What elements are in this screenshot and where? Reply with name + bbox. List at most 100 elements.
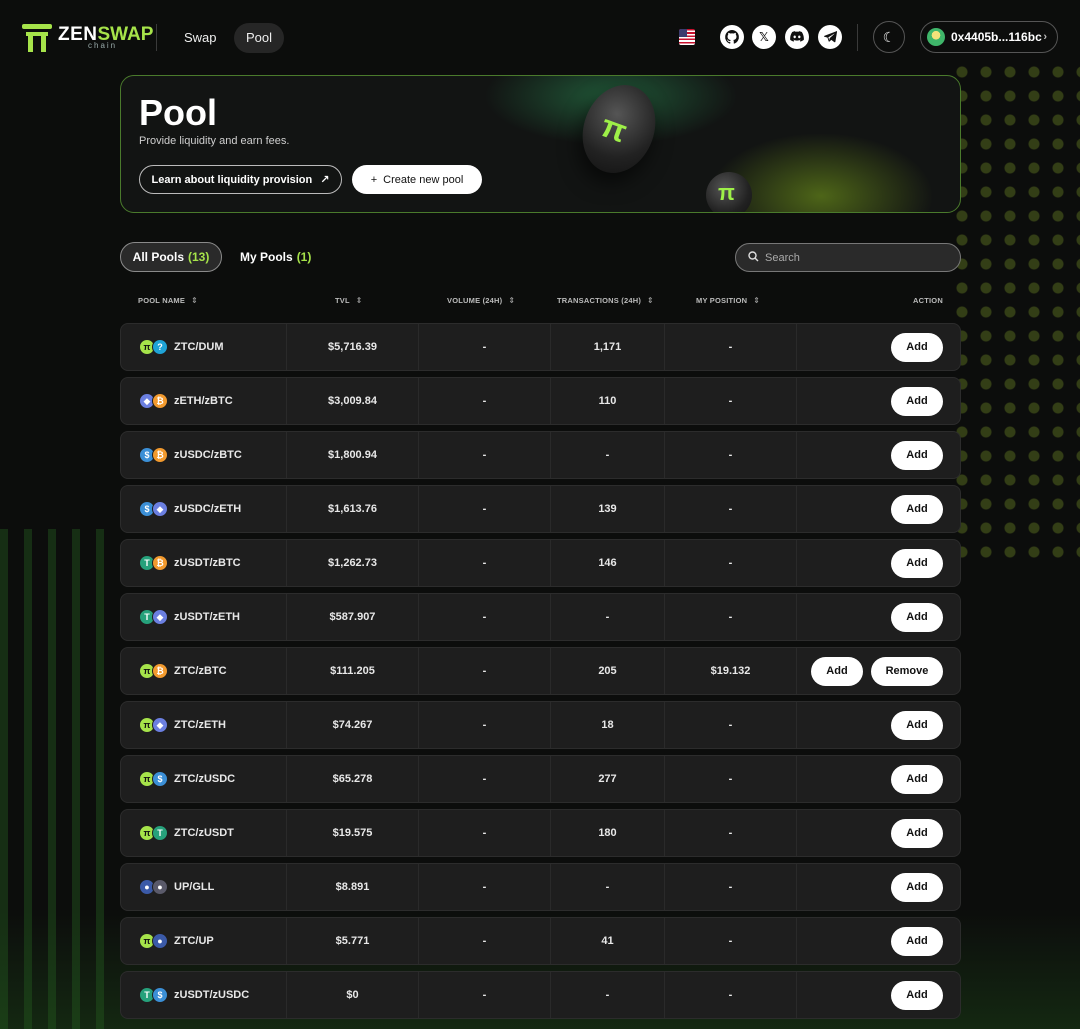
table-row[interactable]: π ◆ ZTC/zETH $74.267 - 18 - Add (120, 701, 961, 749)
transactions-cell: 146 (551, 540, 665, 586)
tvl-cell: $1,800.94 (287, 432, 419, 478)
table-row[interactable]: ◆ ₿ zETH/zBTC $3,009.84 - 110 - Add (120, 377, 961, 425)
page-title: Pool (139, 92, 217, 133)
transactions-cell: 180 (551, 810, 665, 856)
table-row[interactable]: π $ ZTC/zUSDC $65.278 - 277 - Add (120, 755, 961, 803)
tab-all-pools-count: (13) (188, 250, 210, 264)
volume-cell: - (419, 432, 551, 478)
table-row[interactable]: π ₿ ZTC/zBTC $111.205 - 205 $19.132 Add … (120, 647, 961, 695)
table-row[interactable]: T $ zUSDT/zUSDC $0 - - - Add (120, 971, 961, 1019)
table-row[interactable]: $ ◆ zUSDC/zETH $1,613.76 - 139 - Add (120, 485, 961, 533)
pool-name-cell: π ₿ ZTC/zBTC (121, 648, 287, 694)
create-pool-label: Create new pool (383, 173, 464, 186)
pool-name-cell: π ● ZTC/UP (121, 918, 287, 964)
wallet-button[interactable]: 0x4405b...116bc › (920, 21, 1058, 53)
transactions-cell: 18 (551, 702, 665, 748)
column-label: ACTION (913, 296, 943, 305)
pool-name: zUSDT/zUSDC (174, 989, 250, 1001)
position-cell: - (665, 594, 797, 640)
column-header-tvl[interactable]: TVL ⇕ (335, 296, 363, 305)
add-liquidity-button[interactable]: Add (891, 980, 943, 1010)
create-pool-button[interactable]: + Create new pool (352, 165, 482, 194)
add-liquidity-button[interactable]: Add (891, 764, 943, 794)
theme-toggle-button[interactable]: ☾ (873, 21, 905, 53)
background-pattern-right (950, 60, 1080, 560)
pool-name: ZTC/zUSDT (174, 827, 234, 839)
add-liquidity-button[interactable]: Add (891, 602, 943, 632)
pool-name-cell: T ₿ zUSDT/zBTC (121, 540, 287, 586)
position-cell: - (665, 702, 797, 748)
volume-cell: - (419, 486, 551, 532)
pool-name: zUSDT/zBTC (174, 557, 241, 569)
position-cell: - (665, 432, 797, 478)
wallet-avatar (927, 28, 945, 46)
search-input[interactable] (765, 251, 945, 264)
tvl-cell: $3,009.84 (287, 378, 419, 424)
sort-icon: ⇕ (355, 296, 363, 305)
action-cell: Add (797, 918, 962, 964)
token-icon: ◆ (152, 501, 168, 517)
token-icon: T (152, 825, 168, 841)
column-header-volume[interactable]: VOLUME (24H) ⇕ (447, 296, 515, 305)
telegram-icon[interactable] (818, 25, 842, 49)
column-label: VOLUME (24H) (447, 296, 503, 305)
github-icon[interactable] (720, 25, 744, 49)
pool-hero-banner: Pool Provide liquidity and earn fees. Le… (120, 75, 961, 213)
token-icon: ◆ (152, 717, 168, 733)
add-liquidity-button[interactable]: Add (811, 656, 863, 686)
column-label: TRANSACTIONS (24H) (557, 296, 642, 305)
nav-swap[interactable]: Swap (172, 23, 229, 53)
sort-icon: ⇕ (753, 296, 761, 305)
volume-cell: - (419, 594, 551, 640)
table-row[interactable]: π T ZTC/zUSDT $19.575 - 180 - Add (120, 809, 961, 857)
tab-all-pools[interactable]: All Pools (13) (120, 242, 222, 272)
table-row[interactable]: π ● ZTC/UP $5.771 - 41 - Add (120, 917, 961, 965)
add-liquidity-button[interactable]: Add (891, 818, 943, 848)
tvl-cell: $65.278 (287, 756, 419, 802)
pair-icons: ◆ ₿ (139, 393, 168, 409)
page-subtitle: Provide liquidity and earn fees. (139, 135, 290, 147)
position-cell: - (665, 486, 797, 532)
add-liquidity-button[interactable]: Add (891, 494, 943, 524)
add-liquidity-button[interactable]: Add (891, 332, 943, 362)
transactions-cell: 41 (551, 918, 665, 964)
nav-pool[interactable]: Pool (234, 23, 285, 53)
moon-icon: ☾ (882, 28, 896, 45)
add-liquidity-button[interactable]: Add (891, 926, 943, 956)
sort-icon: ⇕ (647, 296, 654, 305)
sort-icon: ⇕ (191, 296, 198, 305)
column-label: MY POSITION (696, 296, 748, 305)
table-row[interactable]: ● ● UP/GLL $8.891 - - - Add (120, 863, 961, 911)
pool-name-cell: ◆ ₿ zETH/zBTC (121, 378, 287, 424)
column-header-pool-name[interactable]: POOL NAME ⇕ (138, 296, 198, 305)
table-row[interactable]: T ₿ zUSDT/zBTC $1,262.73 - 146 - Add (120, 539, 961, 587)
discord-icon[interactable] (785, 25, 809, 49)
table-row[interactable]: π ? ZTC/DUM $5,716.39 - 1,171 - Add (120, 323, 961, 371)
add-liquidity-button[interactable]: Add (891, 872, 943, 902)
token-icon: ● (152, 879, 168, 895)
position-cell: - (665, 324, 797, 370)
zenswap-logo[interactable]: ZENSWAP chain (22, 22, 153, 52)
action-cell: Add (797, 432, 962, 478)
tvl-cell: $587.907 (287, 594, 419, 640)
search-box[interactable] (735, 243, 961, 272)
remove-liquidity-button[interactable]: Remove (871, 656, 943, 686)
learn-liquidity-button[interactable]: Learn about liquidity provision ↗ (139, 165, 342, 194)
add-liquidity-button[interactable]: Add (891, 710, 943, 740)
column-label: POOL NAME (138, 296, 186, 305)
pool-name: zUSDT/zETH (174, 611, 240, 623)
add-liquidity-button[interactable]: Add (891, 440, 943, 470)
tvl-cell: $1,262.73 (287, 540, 419, 586)
tab-my-pools[interactable]: My Pools (1) (240, 242, 311, 272)
column-header-position[interactable]: MY POSITION ⇕ (696, 296, 760, 305)
pool-name-cell: $ ◆ zUSDC/zETH (121, 486, 287, 532)
add-liquidity-button[interactable]: Add (891, 386, 943, 416)
table-row[interactable]: T ◆ zUSDT/zETH $587.907 - - - Add (120, 593, 961, 641)
pool-name-cell: π T ZTC/zUSDT (121, 810, 287, 856)
tvl-cell: $1,613.76 (287, 486, 419, 532)
x-twitter-icon[interactable]: 𝕏 (752, 25, 776, 49)
table-row[interactable]: $ ₿ zUSDC/zBTC $1,800.94 - - - Add (120, 431, 961, 479)
add-liquidity-button[interactable]: Add (891, 548, 943, 578)
us-flag-icon[interactable] (679, 29, 695, 45)
column-header-transactions[interactable]: TRANSACTIONS (24H) ⇕ (557, 296, 654, 305)
